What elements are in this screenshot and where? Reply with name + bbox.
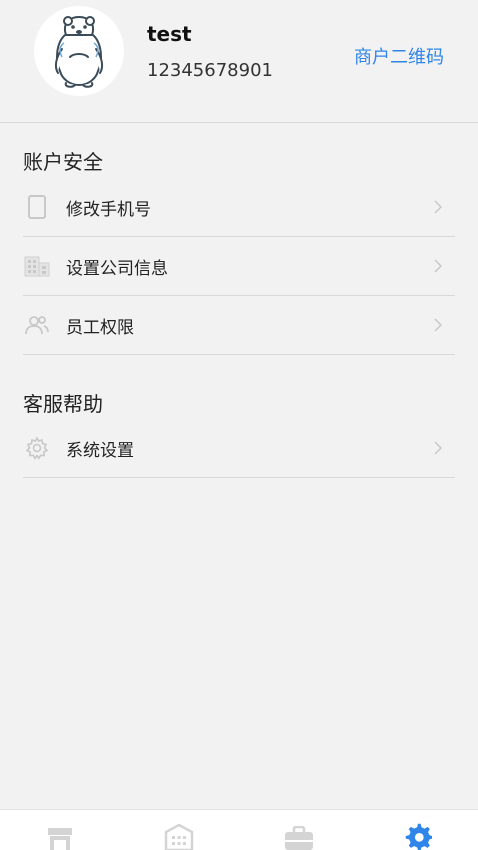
briefcase-icon [284,826,313,850]
store-icon [47,828,72,850]
tab-settings[interactable] [359,810,478,850]
phone-icon [23,193,51,221]
menu-item-label: 修改手机号 [66,199,151,220]
menu-item-label: 员工权限 [66,317,134,338]
section-title-customer-help: 客服帮助 [23,392,103,416]
gear-icon [23,434,51,462]
menu-item-label: 设置公司信息 [66,258,168,279]
section-title-account-security: 账户安全 [23,150,103,174]
menu-item-staff-permissions[interactable]: 员工权限 [23,296,455,355]
merchant-qr-code-link[interactable]: 商户二维码 [354,43,444,69]
office-building-icon [165,824,194,850]
bottom-tab-bar [0,809,478,850]
user-phone: 12345678901 [147,60,273,81]
settings-gear-icon [406,823,433,850]
chevron-right-icon [429,439,447,457]
chevron-right-icon [429,257,447,275]
menu-item-label: 系统设置 [66,440,134,461]
tab-office-building[interactable] [120,810,240,850]
avatar[interactable] [34,6,124,96]
menu-item-change-phone[interactable]: 修改手机号 [23,178,455,237]
user-name: test [147,22,192,46]
chevron-right-icon [429,316,447,334]
polar-bear-icon [54,16,104,88]
menu-item-system-settings[interactable]: 系统设置 [23,419,455,478]
chevron-right-icon [429,198,447,216]
profile-header: test 12345678901 商户二维码 [0,0,478,123]
people-icon [23,311,51,339]
menu-item-company-info[interactable]: 设置公司信息 [23,237,455,296]
tab-store[interactable] [0,810,120,850]
building-icon [23,252,51,280]
tab-briefcase[interactable] [239,810,359,850]
